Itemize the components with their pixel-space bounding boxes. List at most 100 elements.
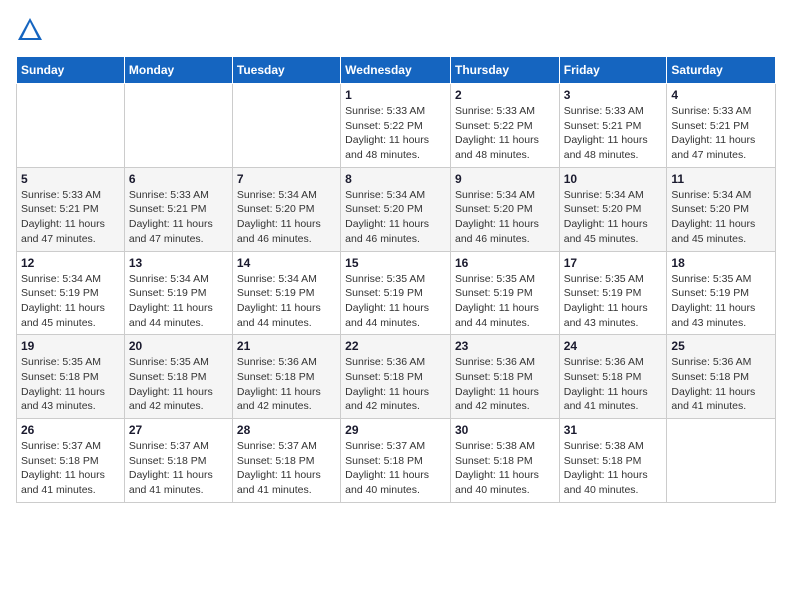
day-header-wednesday: Wednesday <box>341 57 451 84</box>
calendar-cell: 5 Sunrise: 5:33 AM Sunset: 5:21 PM Daylig… <box>17 167 125 251</box>
day-number: 12 <box>21 256 120 270</box>
day-header-thursday: Thursday <box>450 57 559 84</box>
day-number: 9 <box>455 172 555 186</box>
calendar-cell: 29 Sunrise: 5:37 AM Sunset: 5:18 PM Dayli… <box>341 419 451 503</box>
day-info: Sunrise: 5:35 AM Sunset: 5:18 PM Dayligh… <box>129 355 228 414</box>
calendar-table: SundayMondayTuesdayWednesdayThursdayFrid… <box>16 56 776 503</box>
page-header <box>16 16 776 44</box>
day-header-monday: Monday <box>124 57 232 84</box>
calendar-week-row: 26Sunrise: 5:37 AM Sunset: 5:18 PM Dayli… <box>17 419 776 503</box>
day-number: 4 <box>671 88 771 102</box>
day-info: Sunrise: 5:35 AM Sunset: 5:19 PM Dayligh… <box>455 272 555 331</box>
calendar-cell: 17Sunrise: 5:35 AM Sunset: 5:19 PM Dayli… <box>559 251 667 335</box>
day-number: 19 <box>21 339 120 353</box>
day-number: 1 <box>345 88 446 102</box>
day-number: 2 <box>455 88 555 102</box>
day-number: 8 <box>345 172 446 186</box>
day-info: Sunrise: 5:35 AM Sunset: 5:19 PM Dayligh… <box>345 272 446 331</box>
calendar-header-row: SundayMondayTuesdayWednesdayThursdayFrid… <box>17 57 776 84</box>
day-number: 29 <box>345 423 446 437</box>
day-number: 5 <box>21 172 120 186</box>
calendar-cell: 8 Sunrise: 5:34 AM Sunset: 5:20 PM Daylig… <box>341 167 451 251</box>
calendar-cell: 1 Sunrise: 5:33 AM Sunset: 5:22 PM Daylig… <box>341 84 451 168</box>
day-number: 14 <box>237 256 336 270</box>
day-number: 22 <box>345 339 446 353</box>
day-header-friday: Friday <box>559 57 667 84</box>
day-number: 18 <box>671 256 771 270</box>
calendar-cell: 11 Sunrise: 5:34 AM Sunset: 5:20 PM Dayli… <box>667 167 776 251</box>
day-info: Sunrise: 5:34 AM Sunset: 5:19 PM Dayligh… <box>21 272 120 331</box>
calendar-cell: 7 Sunrise: 5:34 AM Sunset: 5:20 PM Daylig… <box>232 167 340 251</box>
calendar-cell: 28Sunrise: 5:37 AM Sunset: 5:18 PM Dayli… <box>232 419 340 503</box>
calendar-cell: 20 Sunrise: 5:35 AM Sunset: 5:18 PM Dayli… <box>124 335 232 419</box>
day-info: Sunrise: 5:33 AM Sunset: 5:21 PM Dayligh… <box>21 188 120 247</box>
day-info: Sunrise: 5:34 AM Sunset: 5:20 PM Dayligh… <box>237 188 336 247</box>
calendar-week-row: 5 Sunrise: 5:33 AM Sunset: 5:21 PM Daylig… <box>17 167 776 251</box>
calendar-cell: 18 Sunrise: 5:35 AM Sunset: 5:19 PM Dayli… <box>667 251 776 335</box>
day-info: Sunrise: 5:35 AM Sunset: 5:19 PM Dayligh… <box>564 272 663 331</box>
calendar-cell: 15 Sunrise: 5:35 AM Sunset: 5:19 PM Dayli… <box>341 251 451 335</box>
calendar-cell: 22Sunrise: 5:36 AM Sunset: 5:18 PM Dayli… <box>341 335 451 419</box>
day-info: Sunrise: 5:36 AM Sunset: 5:18 PM Dayligh… <box>564 355 663 414</box>
day-number: 30 <box>455 423 555 437</box>
day-number: 28 <box>237 423 336 437</box>
day-number: 21 <box>237 339 336 353</box>
calendar-cell: 30 Sunrise: 5:38 AM Sunset: 5:18 PM Dayli… <box>450 419 559 503</box>
calendar-cell: 6Sunrise: 5:33 AM Sunset: 5:21 PM Daylig… <box>124 167 232 251</box>
day-number: 10 <box>564 172 663 186</box>
calendar-week-row: 1 Sunrise: 5:33 AM Sunset: 5:22 PM Daylig… <box>17 84 776 168</box>
day-info: Sunrise: 5:34 AM Sunset: 5:20 PM Dayligh… <box>345 188 446 247</box>
day-info: Sunrise: 5:38 AM Sunset: 5:18 PM Dayligh… <box>455 439 555 498</box>
calendar-cell <box>232 84 340 168</box>
day-info: Sunrise: 5:35 AM Sunset: 5:19 PM Dayligh… <box>671 272 771 331</box>
day-number: 7 <box>237 172 336 186</box>
calendar-cell: 2 Sunrise: 5:33 AM Sunset: 5:22 PM Daylig… <box>450 84 559 168</box>
calendar-cell <box>17 84 125 168</box>
calendar-cell: 24 Sunrise: 5:36 AM Sunset: 5:18 PM Dayli… <box>559 335 667 419</box>
day-header-saturday: Saturday <box>667 57 776 84</box>
day-number: 11 <box>671 172 771 186</box>
day-info: Sunrise: 5:33 AM Sunset: 5:21 PM Dayligh… <box>564 104 663 163</box>
calendar-cell: 19Sunrise: 5:35 AM Sunset: 5:18 PM Dayli… <box>17 335 125 419</box>
day-info: Sunrise: 5:34 AM Sunset: 5:20 PM Dayligh… <box>564 188 663 247</box>
day-number: 16 <box>455 256 555 270</box>
day-info: Sunrise: 5:33 AM Sunset: 5:22 PM Dayligh… <box>345 104 446 163</box>
day-info: Sunrise: 5:33 AM Sunset: 5:21 PM Dayligh… <box>671 104 771 163</box>
calendar-cell: 10 Sunrise: 5:34 AM Sunset: 5:20 PM Dayli… <box>559 167 667 251</box>
logo <box>16 16 48 44</box>
day-info: Sunrise: 5:36 AM Sunset: 5:18 PM Dayligh… <box>671 355 771 414</box>
day-header-sunday: Sunday <box>17 57 125 84</box>
calendar-cell: 16 Sunrise: 5:35 AM Sunset: 5:19 PM Dayli… <box>450 251 559 335</box>
day-info: Sunrise: 5:34 AM Sunset: 5:20 PM Dayligh… <box>671 188 771 247</box>
calendar-cell <box>124 84 232 168</box>
day-info: Sunrise: 5:37 AM Sunset: 5:18 PM Dayligh… <box>129 439 228 498</box>
day-number: 31 <box>564 423 663 437</box>
calendar-cell: 27Sunrise: 5:37 AM Sunset: 5:18 PM Dayli… <box>124 419 232 503</box>
day-number: 20 <box>129 339 228 353</box>
day-info: Sunrise: 5:36 AM Sunset: 5:18 PM Dayligh… <box>455 355 555 414</box>
day-info: Sunrise: 5:37 AM Sunset: 5:18 PM Dayligh… <box>345 439 446 498</box>
day-number: 24 <box>564 339 663 353</box>
calendar-cell: 9 Sunrise: 5:34 AM Sunset: 5:20 PM Daylig… <box>450 167 559 251</box>
calendar-cell: 21 Sunrise: 5:36 AM Sunset: 5:18 PM Dayli… <box>232 335 340 419</box>
calendar-cell <box>667 419 776 503</box>
calendar-cell: 25 Sunrise: 5:36 AM Sunset: 5:18 PM Dayli… <box>667 335 776 419</box>
day-info: Sunrise: 5:33 AM Sunset: 5:22 PM Dayligh… <box>455 104 555 163</box>
day-header-tuesday: Tuesday <box>232 57 340 84</box>
calendar-week-row: 19 Sunrise: 5:35 AM Sunset: 5:18 PM Dayli… <box>17 335 776 419</box>
day-info: Sunrise: 5:36 AM Sunset: 5:18 PM Dayligh… <box>237 355 336 414</box>
day-info: Sunrise: 5:34 AM Sunset: 5:19 PM Dayligh… <box>129 272 228 331</box>
day-number: 3 <box>564 88 663 102</box>
calendar-cell: 23 Sunrise: 5:36 AM Sunset: 5:18 PM Dayli… <box>450 335 559 419</box>
day-number: 23 <box>455 339 555 353</box>
calendar-cell: 14 Sunrise: 5:34 AM Sunset: 5:19 PM Dayli… <box>232 251 340 335</box>
calendar-cell: 26Sunrise: 5:37 AM Sunset: 5:18 PM Dayli… <box>17 419 125 503</box>
calendar-cell: 3 Sunrise: 5:33 AM Sunset: 5:21 PM Daylig… <box>559 84 667 168</box>
calendar-cell: 31Sunrise: 5:38 AM Sunset: 5:18 PM Dayli… <box>559 419 667 503</box>
day-number: 15 <box>345 256 446 270</box>
day-number: 25 <box>671 339 771 353</box>
calendar-cell: 4 Sunrise: 5:33 AM Sunset: 5:21 PM Daylig… <box>667 84 776 168</box>
day-info: Sunrise: 5:34 AM Sunset: 5:19 PM Dayligh… <box>237 272 336 331</box>
day-number: 6 <box>129 172 228 186</box>
day-info: Sunrise: 5:34 AM Sunset: 5:20 PM Dayligh… <box>455 188 555 247</box>
